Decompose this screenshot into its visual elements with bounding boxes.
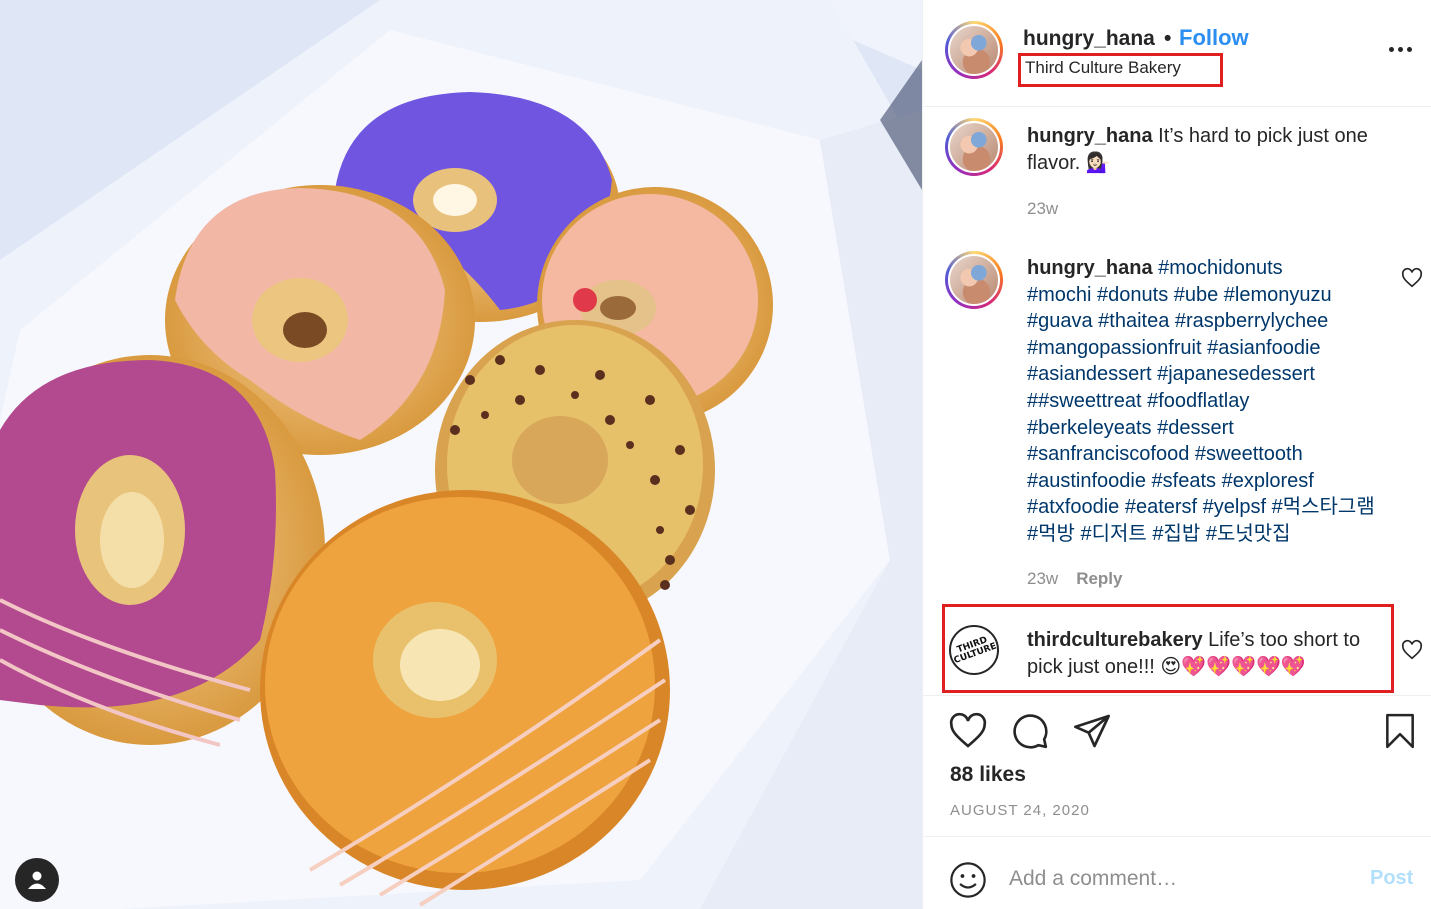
hashtag-list[interactable]: #atxfoodie #eatersf #yelpsf #먹스타그램 #먹방 #… xyxy=(1027,496,1375,545)
post-header: hungry_hana • Follow Third Culture Baker… xyxy=(923,0,1431,107)
reply-button[interactable]: Reply xyxy=(1076,569,1122,588)
post-date[interactable]: AUGUST 24, 2020 xyxy=(950,802,1090,819)
bakery-comment: thirdculturebakery Life’s too short to p… xyxy=(1027,627,1397,680)
post-actions: 88 likes AUGUST 24, 2020 xyxy=(923,695,1431,835)
follow-button[interactable]: Follow xyxy=(1179,25,1249,51)
ellipsis-icon xyxy=(1389,46,1394,52)
more-options-button[interactable] xyxy=(1389,42,1419,56)
like-comment-heart-icon[interactable] xyxy=(1401,639,1423,661)
bakery-avatar[interactable]: THIRD CULTURE xyxy=(949,625,999,675)
comment-username[interactable]: thirdculturebakery xyxy=(1027,629,1203,651)
comment-input[interactable] xyxy=(1009,861,1339,897)
separator-dot: • xyxy=(1164,27,1172,50)
author-avatar[interactable] xyxy=(945,21,1003,79)
commenter-avatar[interactable] xyxy=(945,251,1003,309)
comment-icon[interactable] xyxy=(1010,711,1050,751)
comment-age[interactable]: 23w xyxy=(1027,569,1058,588)
add-comment-bar: Post xyxy=(923,836,1431,909)
donut-photo-image xyxy=(0,0,922,909)
user-tag-button[interactable] xyxy=(15,858,59,902)
hashtag-link[interactable]: #mochidonuts xyxy=(1158,257,1283,279)
post-comment-button[interactable]: Post xyxy=(1370,867,1413,890)
bookmark-icon[interactable] xyxy=(1381,711,1419,751)
comment-username[interactable]: hungry_hana xyxy=(1027,125,1153,147)
heart-icon[interactable] xyxy=(948,711,988,751)
hashtag-list[interactable]: #mochi #donuts #ube #lemonyuzu #guava #t… xyxy=(1027,284,1332,492)
emoji-icon[interactable] xyxy=(949,861,987,899)
share-icon[interactable] xyxy=(1072,711,1112,751)
likes-count[interactable]: 88 likes xyxy=(950,763,1026,787)
user-tag-icon xyxy=(28,871,46,889)
post-photo[interactable] xyxy=(0,0,922,909)
like-comment-heart-icon[interactable] xyxy=(1401,267,1423,289)
comment-username[interactable]: hungry_hana xyxy=(1027,257,1153,279)
location-link[interactable]: Third Culture Bakery xyxy=(1025,58,1181,78)
bakery-logo-text: THIRD CULTURE xyxy=(952,635,999,667)
commenter-avatar[interactable] xyxy=(945,118,1003,176)
author-username[interactable]: hungry_hana xyxy=(1023,27,1155,51)
comment-age[interactable]: 23w xyxy=(1027,199,1058,218)
post-side-panel: hungry_hana • Follow Third Culture Baker… xyxy=(922,0,1431,909)
